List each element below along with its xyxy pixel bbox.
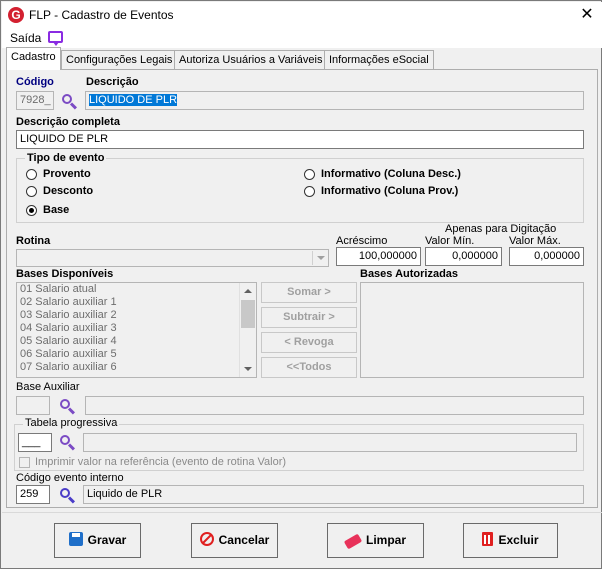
list-item[interactable]: 02 Salario auxiliar 1 bbox=[17, 296, 256, 309]
list-item[interactable]: 01 Salario atual bbox=[17, 283, 256, 296]
acrescimo-field[interactable]: 100,000000 bbox=[336, 247, 421, 266]
valor-min-field[interactable]: 0,000000 bbox=[425, 247, 502, 266]
codigo-evento-interno-desc-field[interactable]: Liquido de PLR bbox=[83, 485, 584, 504]
somar-button[interactable]: Somar > bbox=[261, 282, 357, 303]
bases-disponiveis-label: Bases Disponíveis bbox=[16, 268, 114, 280]
cancelar-label: Cancelar bbox=[218, 533, 270, 547]
cancel-icon bbox=[199, 532, 214, 546]
radio-informativo-desc-label: Informativo (Coluna Desc.) bbox=[321, 168, 461, 180]
radio-provento[interactable] bbox=[26, 169, 37, 180]
tab-informacoes-esocial[interactable]: Informações eSocial bbox=[324, 50, 434, 69]
radio-base[interactable] bbox=[26, 205, 37, 216]
tabela-progressiva-code-field[interactable]: ___ bbox=[18, 433, 52, 452]
excluir-button[interactable]: Excluir bbox=[463, 523, 558, 558]
codigo-field[interactable]: 7928_ bbox=[16, 91, 54, 110]
app-logo-icon: G bbox=[8, 7, 24, 23]
valor-max-label: Valor Máx. bbox=[509, 235, 561, 247]
close-icon[interactable]: ✕ bbox=[576, 5, 598, 25]
radio-informativo-desc[interactable] bbox=[304, 169, 315, 180]
limpar-label: Limpar bbox=[365, 533, 406, 547]
valor-min-label: Valor Mín. bbox=[425, 235, 475, 247]
descricao-completa-field[interactable]: LIQUIDO DE PLR bbox=[16, 130, 584, 149]
trash-icon bbox=[482, 532, 494, 546]
tabela-progressiva-desc-field[interactable] bbox=[83, 433, 577, 452]
scroll-thumb[interactable] bbox=[241, 300, 255, 328]
menu-bar: Saída bbox=[2, 28, 602, 48]
descricao-selected-text: LIQUIDO DE PLR bbox=[89, 94, 178, 106]
radio-desconto[interactable] bbox=[26, 186, 37, 197]
valor-max-field[interactable]: 0,000000 bbox=[509, 247, 584, 266]
gravar-label: Gravar bbox=[87, 533, 127, 547]
radio-base-label: Base bbox=[43, 204, 70, 216]
gravar-button[interactable]: Gravar bbox=[54, 523, 141, 558]
menu-saida[interactable]: Saída bbox=[10, 31, 41, 45]
tipo-evento-group bbox=[16, 158, 584, 223]
scroll-down-icon[interactable] bbox=[240, 361, 256, 377]
radio-informativo-prov-label: Informativo (Coluna Prov.) bbox=[321, 185, 459, 197]
list-item[interactable]: 05 Salario auxiliar 4 bbox=[17, 335, 256, 348]
descricao-completa-label: Descrição completa bbox=[16, 116, 120, 128]
rotina-select[interactable] bbox=[16, 249, 329, 267]
excluir-label: Excluir bbox=[498, 533, 539, 547]
chevron-down-icon[interactable] bbox=[312, 251, 327, 265]
bases-list-items: 01 Salario atual 02 Salario auxiliar 1 03 … bbox=[17, 283, 256, 374]
cancelar-button[interactable]: Cancelar bbox=[191, 523, 278, 558]
codigo-evento-interno-label: Código evento interno bbox=[16, 472, 124, 484]
save-icon bbox=[68, 532, 83, 546]
bases-autorizadas-label: Bases Autorizadas bbox=[360, 268, 459, 280]
search-codigo-evento-icon[interactable] bbox=[59, 487, 76, 504]
window-title: FLP - Cadastro de Eventos bbox=[29, 8, 174, 22]
divider bbox=[2, 512, 602, 513]
tipo-evento-label: Tipo de evento bbox=[25, 152, 107, 164]
revoga-button[interactable]: < Revoga bbox=[261, 332, 357, 353]
acrescimo-label: Acréscimo bbox=[336, 235, 388, 247]
tabela-progressiva-label: Tabela progressiva bbox=[23, 417, 120, 429]
codigo-label: Código bbox=[16, 76, 54, 88]
radio-desconto-label: Desconto bbox=[43, 185, 94, 197]
eraser-icon bbox=[343, 533, 363, 550]
list-scrollbar[interactable] bbox=[239, 283, 256, 377]
descricao-label: Descrição bbox=[86, 76, 139, 88]
title-bar: G FLP - Cadastro de Eventos ✕ bbox=[2, 2, 602, 28]
search-codigo-icon[interactable] bbox=[61, 93, 78, 110]
list-item[interactable]: 06 Salario auxiliar 5 bbox=[17, 348, 256, 361]
list-item[interactable]: 07 Salario auxiliar 6 bbox=[17, 361, 256, 374]
limpar-button[interactable]: Limpar bbox=[327, 523, 424, 558]
tab-cadastro[interactable]: Cadastro bbox=[6, 47, 61, 70]
todos-button[interactable]: <<Todos bbox=[261, 357, 357, 378]
list-item[interactable]: 03 Salario auxiliar 2 bbox=[17, 309, 256, 322]
search-base-auxiliar-icon[interactable] bbox=[59, 398, 76, 415]
tab-autoriza-usuarios[interactable]: Autoriza Usuários a Variáveis bbox=[174, 50, 328, 69]
tab-configuracoes-legais[interactable]: Configurações Legais bbox=[61, 50, 178, 69]
apenas-digitacao-label: Apenas para Digitação bbox=[445, 223, 557, 235]
bases-disponiveis-list[interactable]: 01 Salario atual 02 Salario auxiliar 1 03 … bbox=[16, 282, 257, 378]
rotina-label: Rotina bbox=[16, 235, 51, 247]
base-auxiliar-label: Base Auxiliar bbox=[16, 381, 80, 393]
imprimir-checkbox[interactable] bbox=[19, 457, 30, 468]
main-window: G FLP - Cadastro de Eventos ✕ Saída Cada… bbox=[0, 0, 602, 569]
scroll-up-icon[interactable] bbox=[240, 283, 256, 299]
descricao-field[interactable]: LIQUIDO DE PLR bbox=[85, 91, 584, 110]
subtrair-button[interactable]: Subtrair > bbox=[261, 307, 357, 328]
codigo-evento-interno-field[interactable]: 259 bbox=[16, 485, 50, 504]
search-tabela-progressiva-icon[interactable] bbox=[59, 434, 76, 451]
list-item[interactable]: 04 Salario auxiliar 3 bbox=[17, 322, 256, 335]
radio-provento-label: Provento bbox=[43, 168, 91, 180]
bases-autorizadas-list[interactable] bbox=[360, 282, 584, 378]
chat-icon[interactable] bbox=[48, 31, 63, 46]
base-auxiliar-code-field[interactable] bbox=[16, 396, 50, 415]
imprimir-label: Imprimir valor na referência (evento de … bbox=[35, 456, 287, 468]
radio-informativo-prov[interactable] bbox=[304, 186, 315, 197]
base-auxiliar-desc-field[interactable] bbox=[85, 396, 584, 415]
